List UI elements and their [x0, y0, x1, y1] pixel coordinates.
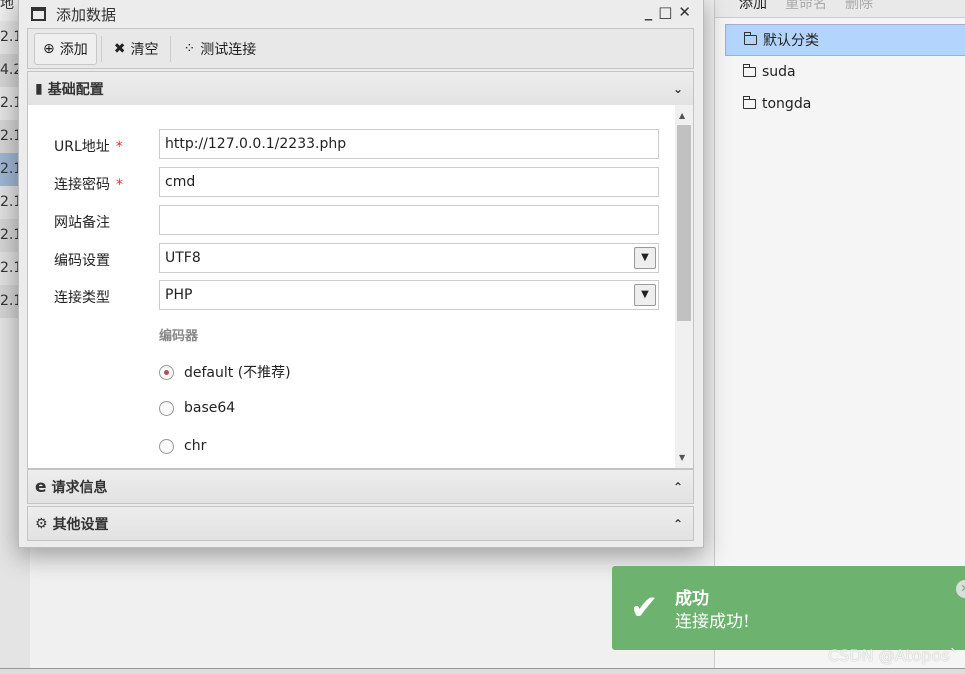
delete-category-button[interactable]: 删除	[845, 0, 873, 17]
watermark: CSDN @Atopos`	[828, 646, 958, 665]
password-input[interactable]: cmd	[159, 167, 659, 197]
maximize-icon[interactable]: □	[658, 3, 672, 21]
plus-circle-icon: ⊕	[43, 40, 55, 57]
clear-button[interactable]: ✖ 清空	[106, 33, 167, 65]
gears-icon: ⚙	[35, 515, 48, 532]
chevron-up-icon: ⌃	[672, 516, 683, 531]
encoding-select[interactable]: UTF8 ▼	[159, 243, 659, 273]
category-label: 默认分类	[763, 33, 819, 49]
clear-label: 清空	[130, 41, 159, 58]
section-title: 请求信息	[51, 479, 108, 496]
toast-message: 连接成功!	[675, 612, 750, 632]
encoder-label: 编码器	[159, 329, 199, 344]
category-item[interactable]: tongda	[725, 88, 965, 120]
url-input[interactable]: http://127.0.0.1/2233.php	[159, 129, 659, 159]
password-label: 连接密码 *	[54, 177, 123, 193]
type-label: 连接类型	[54, 290, 110, 306]
add-category-button[interactable]: 添加	[739, 0, 767, 17]
success-toast: ✔ 成功 连接成功! ✕	[612, 566, 965, 650]
category-label: suda	[762, 64, 796, 80]
category-item[interactable]: suda	[725, 56, 965, 88]
section-request-header[interactable]: e 请求信息 ⌃	[27, 469, 694, 504]
section-basic-header[interactable]: ▮ 基础配置 ⌄	[27, 71, 694, 106]
section-title: 基础配置	[47, 81, 104, 98]
toast-title: 成功	[675, 589, 709, 609]
add-data-dialog: 添加数据 _ □ ✕ ⊕ 添加 ✖ 清空 ⁘ 测试连接 ▮ 基础配置 ⌄ URL地址 * htt…	[18, 0, 704, 548]
note-label: 网站备注	[54, 215, 110, 231]
encoder-radio-chr[interactable]: chr	[159, 438, 206, 454]
folder-icon	[743, 96, 756, 109]
checkmark-icon: ✔	[630, 588, 659, 628]
folder-icon	[744, 32, 757, 45]
encoding-label: 编码设置	[54, 253, 110, 269]
file-icon: ▮	[35, 80, 43, 97]
url-label: URL地址 *	[54, 139, 123, 155]
bottom-border	[0, 668, 965, 674]
add-button[interactable]: ⊕ 添加	[34, 32, 97, 65]
chevron-down-icon[interactable]: ▼	[634, 247, 656, 269]
section-other-header[interactable]: ⚙ 其他设置 ⌃	[27, 506, 694, 541]
minimize-icon[interactable]: _	[645, 3, 653, 21]
form-scrollbar[interactable]: ▲ ▼	[675, 105, 693, 468]
encoder-radio-base64[interactable]: base64	[159, 400, 235, 416]
chevron-down-icon: ⌄	[672, 81, 683, 96]
category-item[interactable]: 默认分类	[725, 24, 965, 56]
section-title: 其他设置	[52, 516, 109, 533]
test-label: 测试连接	[200, 41, 257, 58]
category-label: tongda	[762, 96, 812, 112]
note-input[interactable]	[159, 205, 659, 235]
ie-icon: e	[35, 476, 47, 497]
chevron-down-icon[interactable]: ▼	[634, 284, 656, 306]
rename-category-button[interactable]: 重命名	[785, 0, 827, 17]
folder-icon	[743, 64, 756, 77]
dialog-toolbar: ⊕ 添加 ✖ 清空 ⁘ 测试连接	[27, 28, 694, 69]
close-icon[interactable]: ✕	[678, 3, 691, 21]
type-select[interactable]: PHP ▼	[159, 280, 659, 310]
close-icon[interactable]: ✕	[956, 580, 965, 598]
chevron-up-icon: ⌃	[672, 479, 683, 494]
add-label: 添加	[59, 41, 88, 58]
basic-config-form: URL地址 * http://127.0.0.1/2233.php 连接密码 * c…	[27, 105, 694, 469]
window-icon	[31, 7, 46, 21]
dialog-titlebar[interactable]: 添加数据 _ □ ✕	[19, 0, 703, 27]
x-icon: ✖	[113, 40, 126, 57]
test-connection-button[interactable]: ⁘ 测试连接	[175, 33, 264, 65]
spinner-icon: ⁘	[183, 40, 196, 57]
dialog-title: 添加数据	[56, 5, 117, 24]
encoder-radio-default[interactable]: default (不推荐)	[159, 362, 291, 382]
category-toolbar: 添加 重命名 删除	[715, 0, 965, 18]
